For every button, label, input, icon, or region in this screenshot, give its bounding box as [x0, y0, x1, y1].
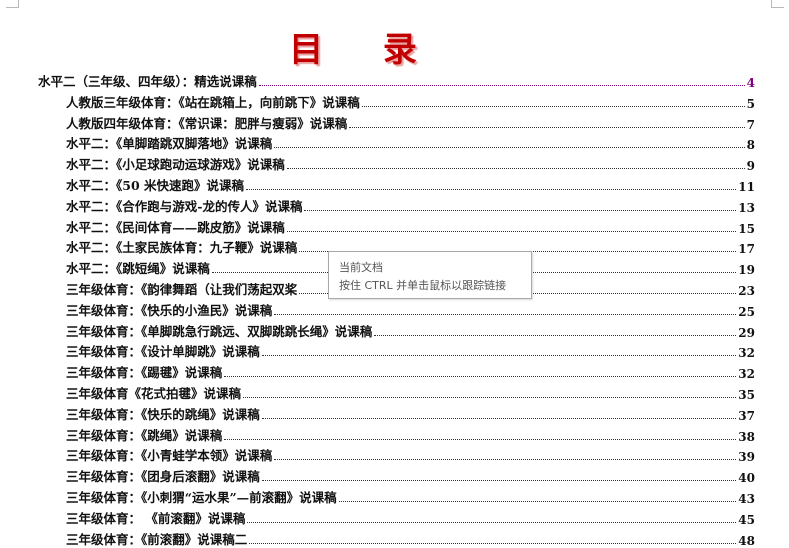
toc-entry-title: 三年级体育：《单脚跳急行跳远、双脚跳跳长绳》说课稿 — [66, 323, 373, 339]
toc-entry-title: 三年级体育：《设计单脚跳》说课稿 — [66, 344, 260, 360]
toc-entry-title: 三年级体育：《团身后滚翻》说课稿 — [66, 469, 260, 485]
toc-entry-title: 三年级体育：《前滚翻》说课稿二 — [66, 531, 248, 547]
toc-dot-leader — [243, 397, 737, 398]
toc-entry[interactable]: 三年级体育：《踢毽》说课稿 32 — [66, 361, 755, 381]
toc-entry-title: 人教版三年级体育：《站在跳箱上，向前跳下》说课稿 — [66, 94, 360, 110]
toc-entry-title: 三年级体育： 《前滚翻》说课稿 — [66, 510, 246, 526]
toc-entry-title: 三年级体育：《快乐的小渔民》说课稿 — [66, 302, 273, 318]
toc-page-number: 48 — [738, 533, 755, 548]
toc-page-number: 8 — [746, 138, 755, 153]
toc-entry-title: 水平二（三年级、四年级）：精选说课稿 — [38, 74, 257, 89]
toc-dot-leader — [361, 105, 745, 107]
toc-entry[interactable]: 水平二：《小足球跑动运球游戏》说课稿 9 — [66, 153, 755, 173]
toc-entry-title: 三年级体育：《韵律舞蹈（让我们荡起双桨 — [66, 282, 298, 297]
toc-dot-leader — [304, 209, 737, 211]
toc-dot-leader — [261, 480, 737, 482]
toc-entry-title: 水平二：《土家民族体育：九子鞭》说课稿 — [66, 240, 298, 256]
toc-page-number: 25 — [738, 304, 755, 319]
toc-entry[interactable]: 三年级体育：《快乐的跳绳》说课稿 37 — [66, 403, 755, 423]
toc-entry[interactable]: 三年级体育：《小青蛙学本领》说课稿 39 — [66, 444, 755, 464]
toc-page-number: 38 — [738, 429, 755, 444]
tooltip-line-1: 当前文档 — [339, 261, 383, 274]
toc-entry[interactable]: 人教版四年级体育：《常识课：肥胖与瘦弱》说课稿 7 — [66, 112, 755, 132]
toc-dot-leader — [247, 521, 737, 523]
tooltip-line-2: 按住 CTRL 并单击鼠标以跟踪链接 — [339, 279, 507, 292]
toc-entry[interactable]: 三年级体育：《小刺猬“运水果”—前滚翻》说课稿 43 — [66, 486, 755, 506]
toc-entry[interactable]: 三年级体育： 《前滚翻》说课稿 45 — [66, 507, 755, 527]
toc-entry-title: 水平二：《小足球跑动运球游戏》说课稿 — [66, 157, 285, 173]
toc-entry[interactable]: 三年级体育：《快乐的小渔民》说课稿 25 — [66, 299, 755, 319]
toc-page-number: 29 — [738, 325, 755, 340]
toc-entry[interactable]: 三年级体育：《团身后滚翻》说课稿 40 — [66, 465, 755, 485]
toc-dot-leader — [274, 147, 745, 149]
page-corner-mark — [771, 0, 784, 8]
toc-page-number: 17 — [738, 242, 755, 257]
toc-entry-title: 三年级体育：《小刺猬“运水果”—前滚翻》说课稿 — [66, 490, 337, 505]
toc-dot-leader — [338, 501, 737, 502]
toc-page-number: 15 — [738, 221, 755, 236]
toc-dot-leader — [286, 168, 745, 170]
toc-dot-leader — [374, 334, 737, 336]
toc-page-number: 5 — [746, 96, 755, 111]
toc-page-number: 32 — [738, 346, 755, 361]
toc-dot-leader — [224, 376, 737, 378]
toc-entry[interactable]: 水平二（三年级、四年级）：精选说课稿 4 — [38, 70, 755, 90]
toc-page-number: 7 — [746, 117, 755, 132]
toc-entry-title: 水平二：《50 米快速跑》说课稿 — [66, 178, 244, 193]
toc-entry[interactable]: 三年级体育：《跳绳》说课稿 38 — [66, 424, 755, 444]
toc-entry[interactable]: 水平二：《50 米快速跑》说课稿 11 — [66, 174, 755, 194]
toc-title: 目 录 — [289, 30, 441, 70]
toc-entry-title: 三年级体育：《跳绳》说课稿 — [66, 427, 223, 443]
toc-page-number: 19 — [738, 263, 755, 278]
toc-entry[interactable]: 水平二：《单脚踏跳双脚落地》说课稿 8 — [66, 132, 755, 152]
toc-dot-leader — [349, 126, 745, 128]
page-corner-mark — [6, 0, 19, 8]
toc-page-number: 4 — [746, 76, 755, 90]
toc-dot-leader — [261, 417, 737, 419]
toc-entry[interactable]: 三年级体育：《单脚跳急行跳远、双脚跳跳长绳》说课稿 29 — [66, 320, 755, 340]
toc-entry-title: 人教版四年级体育：《常识课：肥胖与瘦弱》说课稿 — [66, 115, 348, 131]
toc-entry[interactable]: 三年级体育：《设计单脚跳》说课稿 32 — [66, 340, 755, 360]
toc-entry-title: 三年级体育《花式拍毽》说课稿 — [66, 386, 242, 401]
link-tooltip: 当前文档 按住 CTRL 并单击鼠标以跟踪链接 — [328, 251, 532, 299]
toc-page-number: 40 — [738, 471, 755, 486]
toc-entry-title: 水平二：《民间体育——跳皮筋》说课稿 — [66, 219, 285, 235]
toc-entry-title: 水平二：《合作跑与游戏-龙的传人》说课稿 — [66, 198, 303, 214]
toc-entry-title: 三年级体育：《快乐的跳绳》说课稿 — [66, 406, 260, 422]
toc-entry[interactable]: 水平二：《合作跑与游戏-龙的传人》说课稿 13 — [66, 195, 755, 215]
toc-page-number: 39 — [738, 450, 755, 465]
toc-entry[interactable]: 三年级体育：《前滚翻》说课稿二 48 — [66, 528, 755, 548]
toc-page-number: 43 — [738, 492, 755, 506]
toc-dot-leader — [258, 85, 745, 86]
toc-page-number: 35 — [738, 388, 755, 402]
toc-entry-title: 三年级体育：《小青蛙学本领》说课稿 — [66, 448, 273, 464]
toc-entry-title: 三年级体育：《踢毽》说课稿 — [66, 365, 223, 381]
toc-dot-leader — [274, 313, 737, 315]
toc-page-number: 11 — [738, 180, 755, 194]
toc-dot-leader — [246, 189, 737, 190]
toc-entry[interactable]: 人教版三年级体育：《站在跳箱上，向前跳下》说课稿 5 — [66, 91, 755, 111]
toc-dot-leader — [274, 459, 737, 461]
toc-page-number: 13 — [738, 200, 755, 215]
toc-page-number: 23 — [738, 284, 755, 298]
toc-dot-leader — [224, 438, 737, 440]
toc-page-number: 37 — [738, 408, 755, 423]
toc-entry-title: 水平二：《单脚踏跳双脚落地》说课稿 — [66, 136, 273, 152]
toc-page-number: 9 — [746, 159, 755, 174]
toc-dot-leader — [249, 542, 737, 544]
toc-entry-title: 水平二：《跳短绳》说课稿 — [66, 261, 210, 277]
toc-page-number: 45 — [738, 512, 755, 527]
toc-dot-leader — [261, 355, 737, 357]
toc-entry[interactable]: 水平二：《民间体育——跳皮筋》说课稿 15 — [66, 216, 755, 236]
toc-page-number: 32 — [738, 367, 755, 382]
toc-dot-leader — [286, 230, 737, 232]
toc-entry[interactable]: 三年级体育《花式拍毽》说课稿 35 — [66, 382, 755, 402]
